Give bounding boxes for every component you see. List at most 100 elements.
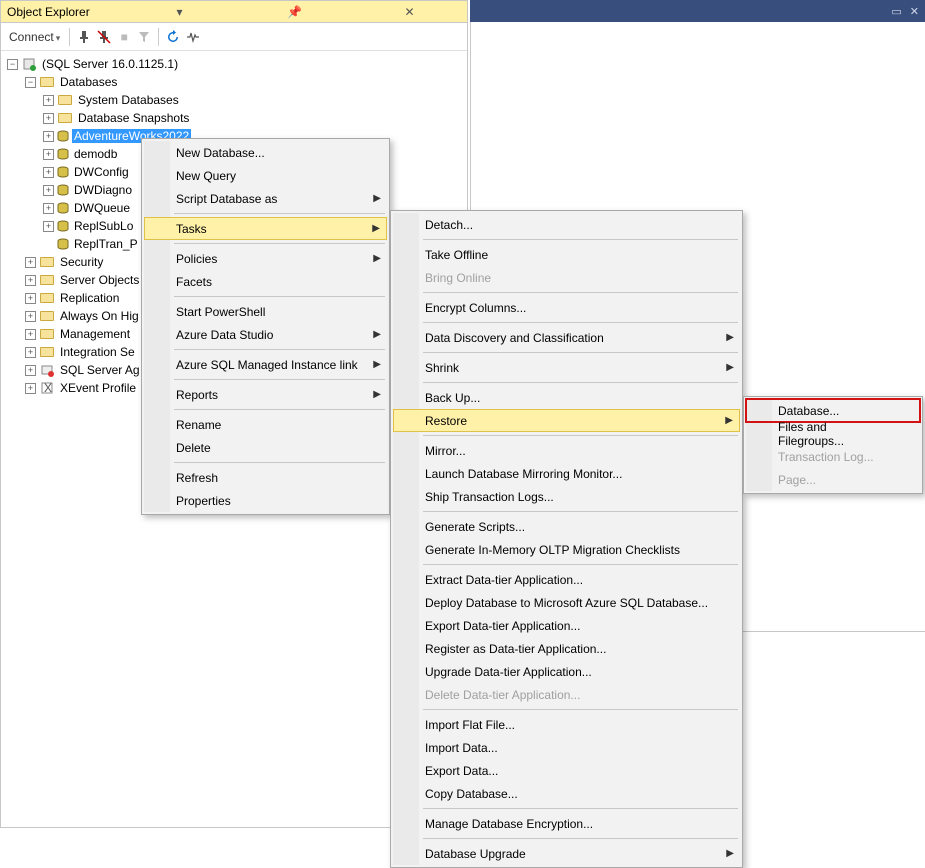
menu-take-offline[interactable]: Take Offline bbox=[393, 243, 740, 266]
menu-item-label: Upgrade Data-tier Application... bbox=[425, 665, 592, 679]
toolbar-separator bbox=[69, 28, 70, 46]
menu-properties[interactable]: Properties bbox=[144, 489, 387, 512]
menu-register-dta[interactable]: Register as Data-tier Application... bbox=[393, 637, 740, 660]
collapse-icon[interactable]: − bbox=[25, 77, 36, 88]
menu-new-database[interactable]: New Database... bbox=[144, 141, 387, 164]
expand-icon[interactable]: + bbox=[25, 293, 36, 304]
menu-reports[interactable]: Reports▶ bbox=[144, 383, 387, 406]
expand-icon[interactable]: + bbox=[43, 167, 54, 178]
connect-icon[interactable] bbox=[75, 28, 93, 46]
pin-icon[interactable]: 📌 bbox=[237, 5, 352, 19]
menu-upgrade-dta[interactable]: Upgrade Data-tier Application... bbox=[393, 660, 740, 683]
tree-system-databases[interactable]: + System Databases bbox=[5, 91, 467, 109]
expand-icon[interactable]: + bbox=[25, 275, 36, 286]
menu-bring-online: Bring Online bbox=[393, 266, 740, 289]
tree-item-label: XEvent Profile bbox=[58, 381, 138, 395]
expand-icon[interactable]: + bbox=[43, 113, 54, 124]
database-icon bbox=[57, 130, 69, 142]
menu-new-query[interactable]: New Query bbox=[144, 164, 387, 187]
menu-extract-dta[interactable]: Extract Data-tier Application... bbox=[393, 568, 740, 591]
submenu-arrow-icon: ▶ bbox=[726, 848, 734, 859]
menu-generate-scripts[interactable]: Generate Scripts... bbox=[393, 515, 740, 538]
menu-azure-data-studio[interactable]: Azure Data Studio▶ bbox=[144, 323, 387, 346]
expand-icon[interactable]: + bbox=[25, 347, 36, 358]
menu-detach[interactable]: Detach... bbox=[393, 213, 740, 236]
tree-root[interactable]: − (SQL Server 16.0.1125.1) bbox=[5, 55, 467, 73]
tree-item-label: demodb bbox=[72, 147, 119, 161]
connect-button[interactable]: Connect bbox=[5, 28, 64, 46]
menu-item-label: Start PowerShell bbox=[176, 305, 265, 319]
folder-icon bbox=[39, 254, 55, 270]
menu-export-data[interactable]: Export Data... bbox=[393, 759, 740, 782]
menu-launch-mirroring-monitor[interactable]: Launch Database Mirroring Monitor... bbox=[393, 462, 740, 485]
menu-import-data[interactable]: Import Data... bbox=[393, 736, 740, 759]
menu-separator bbox=[174, 213, 385, 214]
expand-icon[interactable]: + bbox=[25, 257, 36, 268]
menu-data-discovery[interactable]: Data Discovery and Classification▶ bbox=[393, 326, 740, 349]
menu-item-label: Rename bbox=[176, 418, 221, 432]
dropdown-icon[interactable]: ▾ bbox=[122, 5, 237, 19]
menu-import-flat-file[interactable]: Import Flat File... bbox=[393, 713, 740, 736]
menu-restore-files-filegroups[interactable]: Files and Filegroups... bbox=[746, 422, 920, 445]
expand-icon[interactable]: + bbox=[43, 131, 54, 142]
menu-deploy-azure[interactable]: Deploy Database to Microsoft Azure SQL D… bbox=[393, 591, 740, 614]
expand-icon[interactable]: + bbox=[25, 329, 36, 340]
menu-copy-database[interactable]: Copy Database... bbox=[393, 782, 740, 805]
menu-facets[interactable]: Facets bbox=[144, 270, 387, 293]
menu-generate-inmemory-checklists[interactable]: Generate In-Memory OLTP Migration Checkl… bbox=[393, 538, 740, 561]
menu-item-label: Ship Transaction Logs... bbox=[425, 490, 554, 504]
menu-shrink[interactable]: Shrink▶ bbox=[393, 356, 740, 379]
tree-item-label: Server Objects bbox=[58, 273, 141, 287]
menu-back-up[interactable]: Back Up... bbox=[393, 386, 740, 409]
expand-icon[interactable]: + bbox=[43, 95, 54, 106]
menu-start-powershell[interactable]: Start PowerShell bbox=[144, 300, 387, 323]
menu-restore[interactable]: Restore▶ bbox=[393, 409, 740, 432]
expand-icon[interactable]: + bbox=[43, 185, 54, 196]
expand-icon[interactable]: + bbox=[43, 203, 54, 214]
disconnect-icon[interactable] bbox=[95, 28, 113, 46]
menu-delete[interactable]: Delete bbox=[144, 436, 387, 459]
menu-policies[interactable]: Policies▶ bbox=[144, 247, 387, 270]
menu-item-label: Policies bbox=[176, 252, 217, 266]
close-icon[interactable]: ✕ bbox=[910, 5, 919, 18]
menu-azure-sql-mi-link[interactable]: Azure SQL Managed Instance link▶ bbox=[144, 353, 387, 376]
menu-script-database[interactable]: Script Database as▶ bbox=[144, 187, 387, 210]
submenu-arrow-icon: ▶ bbox=[726, 362, 734, 373]
menu-separator bbox=[423, 838, 738, 839]
tree-databases[interactable]: − Databases bbox=[5, 73, 467, 91]
menu-encrypt-columns[interactable]: Encrypt Columns... bbox=[393, 296, 740, 319]
folder-icon bbox=[39, 326, 55, 342]
menu-refresh[interactable]: Refresh bbox=[144, 466, 387, 489]
menu-rename[interactable]: Rename bbox=[144, 413, 387, 436]
stop-icon[interactable]: ■ bbox=[115, 28, 133, 46]
tree-item-label: Management bbox=[58, 327, 132, 341]
context-menu-restore: Database... Files and Filegroups... Tran… bbox=[743, 396, 923, 494]
svg-text:X: X bbox=[44, 381, 52, 395]
menu-item-label: Import Data... bbox=[425, 741, 498, 755]
expand-icon[interactable]: + bbox=[43, 221, 54, 232]
activity-icon[interactable] bbox=[184, 28, 202, 46]
folder-icon bbox=[39, 272, 55, 288]
menu-export-dta[interactable]: Export Data-tier Application... bbox=[393, 614, 740, 637]
menu-mirror[interactable]: Mirror... bbox=[393, 439, 740, 462]
expand-icon[interactable]: + bbox=[25, 365, 36, 376]
expand-icon[interactable]: + bbox=[25, 311, 36, 322]
menu-tasks[interactable]: Tasks▶ bbox=[144, 217, 387, 240]
menu-item-label: Generate Scripts... bbox=[425, 520, 525, 534]
menu-separator bbox=[423, 808, 738, 809]
menu-item-label: Export Data-tier Application... bbox=[425, 619, 580, 633]
menu-separator bbox=[423, 709, 738, 710]
menu-item-label: Page... bbox=[778, 473, 816, 487]
expand-icon[interactable]: + bbox=[43, 149, 54, 160]
close-icon[interactable]: ✕ bbox=[352, 5, 467, 19]
menu-database-upgrade[interactable]: Database Upgrade▶ bbox=[393, 842, 740, 865]
expand-icon[interactable]: + bbox=[25, 383, 36, 394]
collapse-icon[interactable]: − bbox=[7, 59, 18, 70]
refresh-icon[interactable] bbox=[164, 28, 182, 46]
filter-icon[interactable] bbox=[135, 28, 153, 46]
agent-icon bbox=[39, 362, 55, 378]
menu-manage-db-encryption[interactable]: Manage Database Encryption... bbox=[393, 812, 740, 835]
tree-database-snapshots[interactable]: + Database Snapshots bbox=[5, 109, 467, 127]
window-position-icon[interactable]: ▭ bbox=[891, 5, 901, 18]
menu-ship-transaction-logs[interactable]: Ship Transaction Logs... bbox=[393, 485, 740, 508]
